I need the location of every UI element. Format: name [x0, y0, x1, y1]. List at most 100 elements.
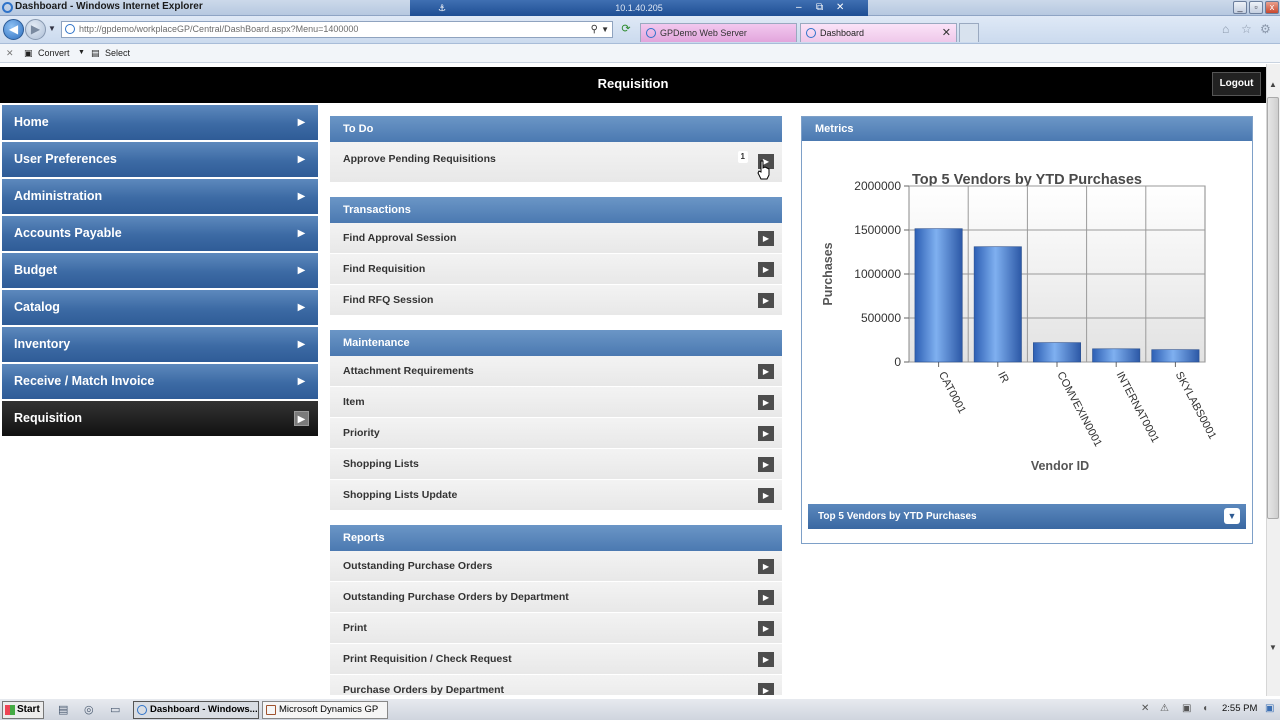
- close-button[interactable]: x: [1265, 1, 1279, 14]
- scroll-up-icon[interactable]: ▲: [1266, 80, 1280, 95]
- quicklaunch-folder-icon[interactable]: ▭: [110, 703, 120, 716]
- list-item-find-rfq-session[interactable]: Find RFQ Session ▶: [330, 285, 782, 316]
- list-item-shopping-lists[interactable]: Shopping Lists ▶: [330, 449, 782, 480]
- logout-button[interactable]: Logout: [1212, 72, 1261, 96]
- refresh-icon[interactable]: ⟳: [618, 21, 634, 38]
- list-item-attachment-requirements[interactable]: Attachment Requirements ▶: [330, 356, 782, 387]
- convert-dropdown-icon[interactable]: ▼: [78, 49, 85, 56]
- remote-close-icon[interactable]: ✕: [836, 0, 844, 16]
- panel-title: Metrics: [802, 117, 1252, 141]
- list-item-shopping-lists-update[interactable]: Shopping Lists Update ▶: [330, 480, 782, 511]
- tab-gpdemo-web-server[interactable]: GPDemo Web Server: [640, 23, 797, 42]
- go-arrow-icon[interactable]: ▶: [758, 293, 774, 308]
- taskbar-button-label: Microsoft Dynamics GP: [279, 704, 379, 715]
- tools-gear-icon[interactable]: ⚙: [1260, 22, 1271, 36]
- panel-title: Transactions: [330, 197, 782, 223]
- go-arrow-icon[interactable]: ▶: [758, 426, 774, 441]
- sidebar-item-home[interactable]: Home ▶: [2, 105, 318, 140]
- list-item-print-requisition-check-request[interactable]: Print Requisition / Check Request ▶: [330, 644, 782, 675]
- sidebar-item-receive-match-invoice[interactable]: Receive / Match Invoice ▶: [2, 364, 318, 399]
- row-label: Outstanding Purchase Orders: [343, 560, 493, 572]
- todo-item-approve-pending[interactable]: Approve Pending Requisitions 1 ▶: [330, 142, 782, 183]
- url-text: http://gpdemo/workplaceGP/Central/DashBo…: [79, 24, 359, 34]
- go-arrow-icon[interactable]: ▶: [758, 559, 774, 574]
- chevron-down-icon[interactable]: ▼: [1224, 508, 1240, 524]
- home-icon[interactable]: ⌂: [1222, 22, 1229, 36]
- go-arrow-icon[interactable]: ▶: [758, 621, 774, 636]
- go-arrow-icon[interactable]: ▶: [758, 652, 774, 667]
- start-button[interactable]: Start: [2, 701, 44, 719]
- go-arrow-icon[interactable]: ▶: [758, 590, 774, 605]
- row-label: Priority: [343, 427, 380, 439]
- remote-restore-icon[interactable]: ⧉: [816, 0, 823, 16]
- go-arrow-icon[interactable]: ▶: [758, 364, 774, 379]
- go-arrow-icon[interactable]: ▶: [758, 395, 774, 410]
- sidebar-item-user-preferences[interactable]: User Preferences ▶: [2, 142, 318, 177]
- sidebar-item-label: Inventory: [14, 337, 71, 351]
- address-input[interactable]: http://gpdemo/workplaceGP/Central/DashBo…: [61, 21, 613, 38]
- list-item-print[interactable]: Print ▶: [330, 613, 782, 644]
- x-axis-label: Vendor ID: [1031, 459, 1089, 473]
- sidebar-item-label: Requisition: [14, 411, 83, 425]
- list-item-purchase-orders-by-department[interactable]: Purchase Orders by Department ▶: [330, 675, 782, 695]
- y-tick-label: 500000: [861, 311, 901, 325]
- go-arrow-icon[interactable]: ▶: [758, 262, 774, 277]
- remote-minimize-icon[interactable]: –: [796, 0, 802, 16]
- y-tick-label: 2000000: [854, 179, 901, 193]
- tray-monitor-icon[interactable]: ▣: [1182, 703, 1191, 714]
- tab-close-icon[interactable]: ✕: [942, 24, 951, 42]
- row-label: Find Requisition: [343, 263, 426, 275]
- tray-alert-icon[interactable]: ⚠: [1160, 703, 1169, 714]
- tab-dashboard[interactable]: Dashboard ✕: [800, 23, 957, 42]
- quicklaunch-explorer-icon[interactable]: ▤: [58, 703, 68, 716]
- select-button[interactable]: Select: [105, 48, 130, 58]
- tray-network-icon[interactable]: ✕: [1141, 703, 1149, 714]
- go-arrow-icon[interactable]: ▶: [758, 457, 774, 472]
- taskbar-button-dynamics-gp[interactable]: Microsoft Dynamics GP: [262, 701, 388, 719]
- minimize-button[interactable]: _: [1233, 1, 1247, 14]
- go-arrow-icon[interactable]: ▶: [758, 683, 774, 695]
- scroll-thumb[interactable]: [1267, 97, 1279, 519]
- command-bar: ✕ ▣ Convert ▼ ▤ Select: [0, 44, 1280, 63]
- taskbar: Start ▤ ◎ ▭ Dashboard - Windows... Micro…: [0, 698, 1280, 720]
- chart-selector-bar[interactable]: Top 5 Vendors by YTD Purchases ▼: [808, 504, 1246, 529]
- sidebar-item-catalog[interactable]: Catalog ▶: [2, 290, 318, 325]
- sidebar-item-budget[interactable]: Budget ▶: [2, 253, 318, 288]
- back-button[interactable]: ◀: [3, 19, 24, 40]
- favorites-star-icon[interactable]: ☆: [1241, 22, 1252, 36]
- taskbar-button-dashboard[interactable]: Dashboard - Windows...: [133, 701, 259, 719]
- show-desktop-icon[interactable]: ▣: [1265, 703, 1274, 714]
- list-item-outstanding-purchase-orders[interactable]: Outstanding Purchase Orders ▶: [330, 551, 782, 582]
- sidebar-item-accounts-payable[interactable]: Accounts Payable ▶: [2, 216, 318, 251]
- sidebar-item-administration[interactable]: Administration ▶: [2, 179, 318, 214]
- url-dropdown-icon[interactable]: ▼: [601, 22, 609, 37]
- list-item-outstanding-po-by-department[interactable]: Outstanding Purchase Orders by Departmen…: [330, 582, 782, 613]
- quicklaunch-ie-icon[interactable]: ◎: [84, 703, 94, 716]
- tray-volume-icon[interactable]: ◖: [1202, 703, 1208, 714]
- close-toolbar-icon[interactable]: ✕: [6, 48, 14, 59]
- convert-button[interactable]: Convert: [38, 48, 70, 58]
- row-label: Print Requisition / Check Request: [343, 653, 512, 665]
- forward-button[interactable]: ▶: [25, 19, 46, 40]
- list-item-find-requisition[interactable]: Find Requisition ▶: [330, 254, 782, 285]
- pin-icon[interactable]: ⚓: [438, 0, 446, 16]
- list-item-find-approval-session[interactable]: Find Approval Session ▶: [330, 223, 782, 254]
- remote-host: 10.1.40.205: [615, 3, 663, 13]
- go-arrow-icon[interactable]: ▶: [758, 488, 774, 503]
- select-icon: ▤: [91, 48, 100, 58]
- sidebar-item-requisition[interactable]: Requisition ▶: [2, 401, 318, 436]
- sidebar-item-inventory[interactable]: Inventory ▶: [2, 327, 318, 362]
- window-title: Dashboard - Windows Internet Explorer: [15, 1, 203, 12]
- search-icon[interactable]: ⚲: [591, 22, 598, 37]
- maximize-button[interactable]: ▫: [1249, 1, 1263, 14]
- x-tick-label: IR: [995, 370, 1011, 385]
- list-item-priority[interactable]: Priority ▶: [330, 418, 782, 449]
- history-dropdown-icon[interactable]: ▼: [48, 24, 56, 33]
- go-arrow-icon[interactable]: ▶: [758, 231, 774, 246]
- scroll-down-icon[interactable]: ▼: [1266, 643, 1280, 658]
- list-item-item[interactable]: Item ▶: [330, 387, 782, 418]
- chevron-right-icon: ▶: [294, 411, 309, 426]
- tab-label: GPDemo Web Server: [660, 28, 747, 38]
- new-tab-button[interactable]: [959, 23, 979, 42]
- maintenance-panel: Maintenance Attachment Requirements ▶ It…: [330, 330, 782, 511]
